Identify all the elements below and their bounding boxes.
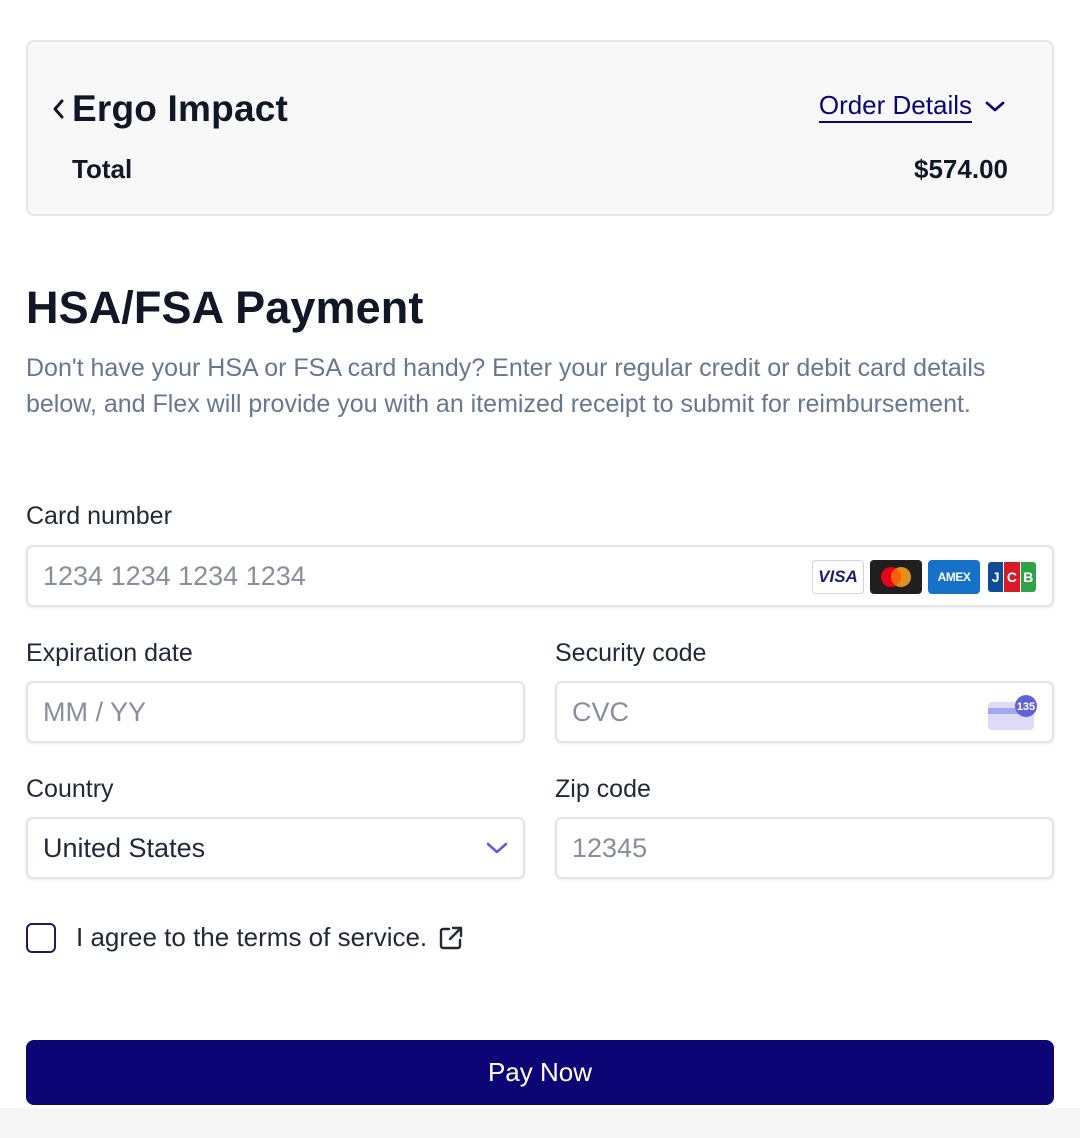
expiration-placeholder: MM / YY	[43, 696, 147, 727]
country-select[interactable]: United States	[26, 817, 525, 879]
zip-placeholder: 12345	[572, 832, 648, 863]
chevron-left-icon	[53, 99, 64, 119]
terms-checkbox[interactable]	[26, 922, 56, 953]
card-number-placeholder: 1234 1234 1234 1234	[43, 560, 306, 591]
country-label: Country	[26, 775, 114, 803]
expiration-input[interactable]: MM / YY	[26, 681, 525, 743]
total-label: Total	[72, 154, 133, 184]
order-details-label: Order Details	[818, 90, 972, 123]
expiration-label: Expiration date	[26, 639, 193, 667]
card-number-input[interactable]: 1234 1234 1234 1234 VISA AMEX J C B	[26, 545, 1054, 607]
zip-input[interactable]: 12345	[555, 817, 1054, 879]
card-number-label: Card number	[26, 502, 172, 530]
terms-label[interactable]: I agree to the terms of service.	[76, 922, 427, 953]
card-brands: VISA AMEX J C B	[812, 560, 1038, 594]
security-code-placeholder: CVC	[572, 696, 630, 727]
country-value: United States	[43, 832, 206, 863]
bottom-edge	[0, 1108, 1080, 1138]
order-details-toggle[interactable]: Order Details	[818, 90, 1006, 123]
jcb-icon: J C B	[986, 560, 1038, 594]
cvc-card-icon: 135	[988, 695, 1037, 730]
amex-icon: AMEX	[928, 560, 980, 594]
visa-icon: VISA	[812, 560, 864, 594]
page-title: HSA/FSA Payment	[26, 282, 424, 333]
mastercard-icon	[870, 560, 922, 594]
security-code-input[interactable]: CVC 135	[555, 681, 1054, 743]
back-button[interactable]: Ergo Impact	[48, 88, 288, 130]
svg-text:135: 135	[1017, 701, 1035, 713]
terms-row: I agree to the terms of service.	[26, 922, 465, 953]
security-code-label: Security code	[555, 639, 707, 667]
pay-now-button[interactable]: Pay Now	[26, 1040, 1054, 1105]
order-summary-card: Ergo Impact Order Details Total $574.00	[26, 40, 1054, 216]
payment-description: Don't have your HSA or FSA card handy? E…	[26, 354, 986, 418]
chevron-down-icon	[985, 101, 1005, 111]
total-value: $574.00	[914, 154, 1008, 184]
zip-label: Zip code	[555, 775, 651, 803]
merchant-name: Ergo Impact	[72, 88, 289, 129]
external-link-icon[interactable]	[437, 924, 465, 952]
chevron-down-icon	[486, 842, 508, 854]
